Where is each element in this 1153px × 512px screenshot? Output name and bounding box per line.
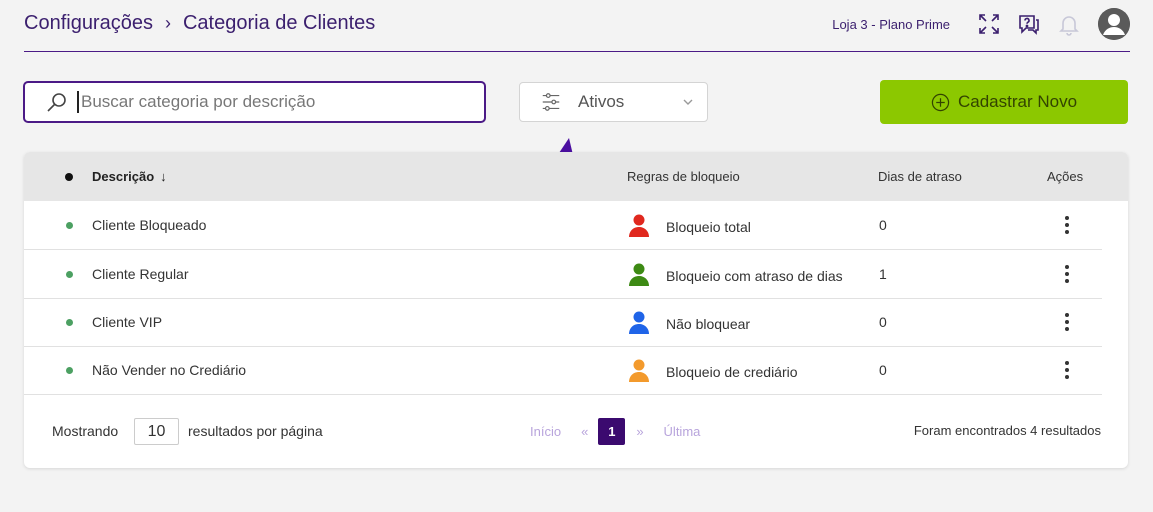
add-category-button-label: Cadastrar Novo	[957, 92, 1078, 111]
active-status-dot	[66, 367, 73, 374]
table-row: Não Vender no Crediário Bloqueio de credi…	[24, 346, 1102, 395]
row-block-rule: Não bloquear	[666, 316, 751, 332]
column-header-actions: Ações	[1047, 169, 1084, 184]
pagination-last[interactable]: Última	[664, 424, 701, 439]
user-avatar-icon[interactable]	[1098, 8, 1130, 40]
column-header-delay-days: Dias de atraso	[878, 169, 962, 184]
column-header-description[interactable]: Descrição ↓	[92, 169, 167, 184]
person-icon	[629, 263, 649, 286]
store-label: Loja 3 - Plano Prime	[832, 16, 950, 32]
status-column-dot	[65, 173, 73, 181]
row-block-rule: Bloqueio com atraso de dias	[666, 268, 843, 284]
row-delay-days: 1	[879, 266, 887, 282]
breadcrumb-item-configuracoes[interactable]: Configurações	[24, 12, 153, 35]
row-actions-more-icon[interactable]	[1060, 214, 1074, 236]
row-description: Não Vender no Crediário	[92, 362, 247, 378]
expand-icon[interactable]	[976, 11, 1002, 37]
table-row: Cliente VIP Não bloquear 0	[24, 298, 1102, 347]
active-status-dot	[66, 271, 73, 278]
chevron-down-icon	[683, 99, 693, 105]
header: Configurações › Categoria de Clientes Lo…	[24, 0, 1130, 52]
row-delay-days: 0	[879, 217, 887, 233]
active-status-dot	[66, 222, 73, 229]
row-description: Cliente Regular	[92, 266, 189, 282]
results-count: Foram encontrados 4 resultados	[913, 423, 1101, 438]
table-header: Descrição ↓ Regras de bloqueio Dias de at…	[24, 152, 1128, 201]
row-actions-more-icon[interactable]	[1060, 359, 1074, 381]
plus-circle-icon	[931, 93, 950, 111]
pagination: Início « 1 » Última	[530, 418, 720, 445]
search-input[interactable]	[77, 91, 457, 113]
bell-icon[interactable]	[1056, 11, 1082, 37]
showing-label: Mostrando	[52, 423, 119, 439]
row-actions-more-icon[interactable]	[1060, 311, 1074, 333]
filter-selected-value: Ativos	[578, 92, 625, 111]
table-row: Cliente Regular Bloqueio com atraso de di…	[24, 250, 1102, 299]
active-status-dot	[66, 319, 73, 326]
page-title: Categoria de Clientes	[182, 12, 376, 34]
table-row: Cliente Bloqueado Bloqueio total 0	[24, 201, 1102, 250]
row-description: Cliente VIP	[92, 314, 163, 330]
person-icon	[629, 214, 649, 237]
column-header-rules: Regras de bloqueio	[627, 169, 740, 184]
categories-table: Descrição ↓ Regras de bloqueio Dias de at…	[24, 152, 1128, 468]
row-delay-days: 0	[879, 314, 887, 330]
table-footer: Mostrando 10 resultados por página Iníci…	[24, 414, 1128, 448]
help-icon[interactable]	[1016, 11, 1042, 37]
person-icon	[629, 311, 649, 334]
per-page-input[interactable]: 10	[134, 418, 179, 445]
sort-down-icon: ↓	[160, 169, 167, 184]
pagination-prev[interactable]: «	[581, 424, 588, 439]
per-page-label: resultados por página	[188, 423, 323, 439]
row-block-rule: Bloqueio de crediário	[666, 364, 798, 380]
row-block-rule: Bloqueio total	[666, 219, 751, 235]
add-category-button[interactable]: Cadastrar Novo	[880, 80, 1128, 124]
row-actions-more-icon[interactable]	[1060, 263, 1074, 285]
breadcrumb: Configurações › Categoria de Clientes	[24, 12, 375, 39]
pagination-next[interactable]: »	[636, 424, 643, 439]
filter-sliders-icon	[542, 93, 560, 111]
row-delay-days: 0	[879, 362, 887, 378]
row-description: Cliente Bloqueado	[92, 217, 207, 233]
pagination-current-page[interactable]: 1	[598, 418, 626, 445]
person-icon	[629, 359, 649, 382]
breadcrumb-separator-icon: ›	[164, 13, 171, 33]
status-filter-select[interactable]: Ativos	[519, 82, 708, 122]
header-actions: Loja 3 - Plano Prime	[832, 8, 1130, 40]
search-icon	[47, 93, 66, 112]
search-box	[23, 81, 486, 123]
pagination-first[interactable]: Início	[530, 424, 561, 439]
